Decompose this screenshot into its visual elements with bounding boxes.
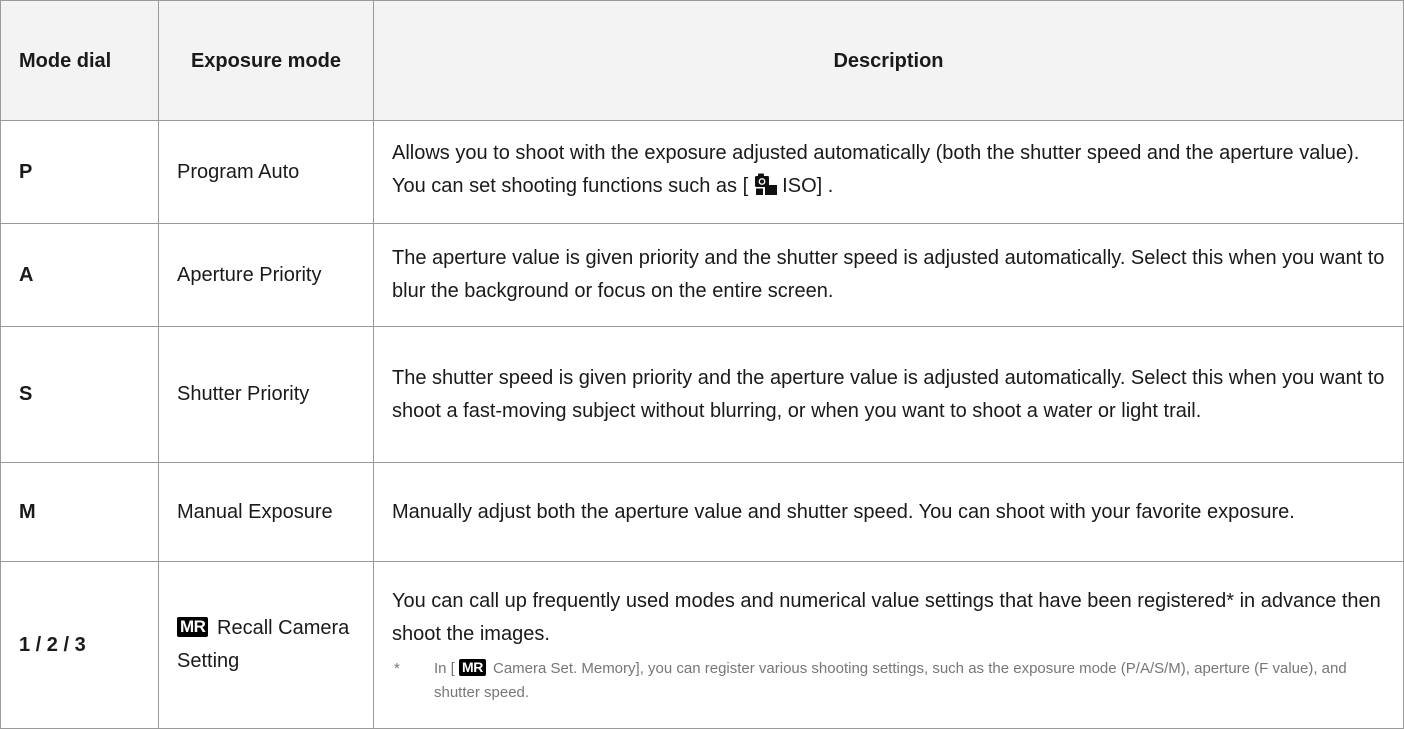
footnote: * In [ MR Camera Set. Memory], you can r… xyxy=(392,657,1385,705)
description-cell: Allows you to shoot with the exposure ad… xyxy=(373,120,1404,224)
footnote-mark: * xyxy=(394,660,400,677)
header-exposure-mode: Exposure mode xyxy=(158,0,374,121)
description-cell: Manually adjust both the aperture value … xyxy=(373,462,1404,562)
mode-dial-cell: 1 / 2 / 3 xyxy=(0,561,159,729)
table-row: M Manual Exposure Manually adjust both t… xyxy=(0,462,1404,562)
footnote-text-end: Camera Set. Memory], you can register va… xyxy=(434,660,1347,701)
mr-icon: MR xyxy=(459,659,486,676)
description-text: Allows you to shoot with the exposure ad… xyxy=(392,142,1360,197)
table-row: A Aperture Priority The aperture value i… xyxy=(0,223,1404,327)
exposure-mode-cell: Manual Exposure xyxy=(158,462,374,562)
exposure-mode-cell: Shutter Priority xyxy=(158,326,374,463)
table-row: 1 / 2 / 3 MR Recall Camera Setting You c… xyxy=(0,561,1404,729)
camera-still-icon xyxy=(754,172,778,207)
dial-value-2: 2 xyxy=(46,633,58,656)
exposure-mode-cell: MR Recall Camera Setting xyxy=(158,561,374,729)
mr-icon: MR xyxy=(177,617,209,637)
mode-dial-cell: M xyxy=(0,462,159,562)
exposure-mode-table: Mode dial Exposure mode Description P Pr… xyxy=(0,0,1404,729)
dial-separator: / xyxy=(30,633,47,656)
description-cell: The shutter speed is given priority and … xyxy=(373,326,1404,463)
dial-value-3: 3 xyxy=(74,633,86,656)
table-row: P Program Auto Allows you to shoot with … xyxy=(0,120,1404,224)
description-cell: The aperture value is given priority and… xyxy=(373,223,1404,327)
footnote-text-start: In [ xyxy=(434,660,455,677)
dial-separator: / xyxy=(57,633,75,656)
mode-dial-cell: S xyxy=(0,326,159,463)
footnote-text: In [ MR Camera Set. Memory], you can reg… xyxy=(434,657,1385,705)
mode-dial-cell: P xyxy=(0,120,159,224)
exposure-mode-cell: Program Auto xyxy=(158,120,374,224)
mode-dial-cell: A xyxy=(0,223,159,327)
description-cell: You can call up frequently used modes an… xyxy=(373,561,1404,729)
header-description: Description xyxy=(373,0,1404,121)
table-row: S Shutter Priority The shutter speed is … xyxy=(0,326,1404,463)
exposure-mode-cell: Aperture Priority xyxy=(158,223,374,327)
table-header-row: Mode dial Exposure mode Description xyxy=(0,0,1404,121)
dial-value-1: 1 xyxy=(19,633,31,656)
description-text: You can call up frequently used modes an… xyxy=(392,590,1381,645)
header-mode-dial: Mode dial xyxy=(0,0,159,121)
description-text-iso: ISO] . xyxy=(782,175,834,197)
